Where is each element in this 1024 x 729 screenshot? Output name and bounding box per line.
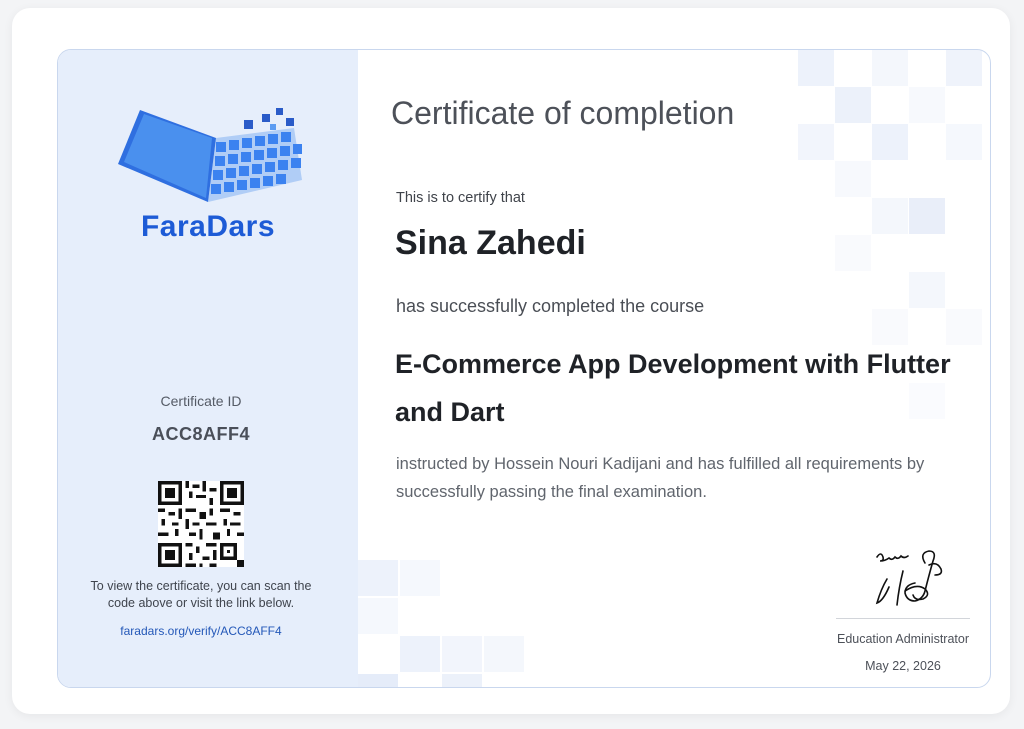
certificate: FaraDars Certificate ID ACC8AFF4 To view…: [57, 49, 991, 688]
qr-code[interactable]: [158, 481, 244, 567]
issue-date: May 22, 2026: [865, 659, 941, 673]
signature-image: [875, 550, 943, 606]
verify-link[interactable]: faradars.org/verify/ACC8AFF4: [58, 624, 344, 638]
instructed-text: instructed by Hossein Nouri Kadijani and…: [396, 455, 925, 501]
certificate-title: Certificate of completion: [391, 95, 735, 131]
certificate-id-value: ACC8AFF4: [151, 424, 250, 444]
verify-instructions: To view the certificate, you can scan th…: [90, 579, 312, 610]
certificate-sidebar: FaraDars Certificate ID ACC8AFF4 To view…: [58, 50, 358, 687]
signatory-role: Education Administrator: [836, 632, 969, 646]
decorative-tiles-bottom: [358, 560, 524, 687]
recipient-name: Sina Zahedi: [395, 224, 586, 262]
open-book-icon: [118, 108, 302, 202]
certificate-main: Certificate of completion This is to cer…: [358, 50, 990, 687]
certificate-id-label: Certificate ID: [160, 393, 242, 409]
course-name: E-Commerce App Development with Flutter …: [395, 349, 951, 427]
page-card: FaraDars Certificate ID ACC8AFF4 To view…: [12, 8, 1010, 714]
certify-intro: This is to certify that: [396, 190, 525, 206]
completed-text: has successfully completed the course: [396, 296, 705, 316]
signature-line: [836, 618, 970, 619]
brand-name: FaraDars: [140, 210, 276, 243]
